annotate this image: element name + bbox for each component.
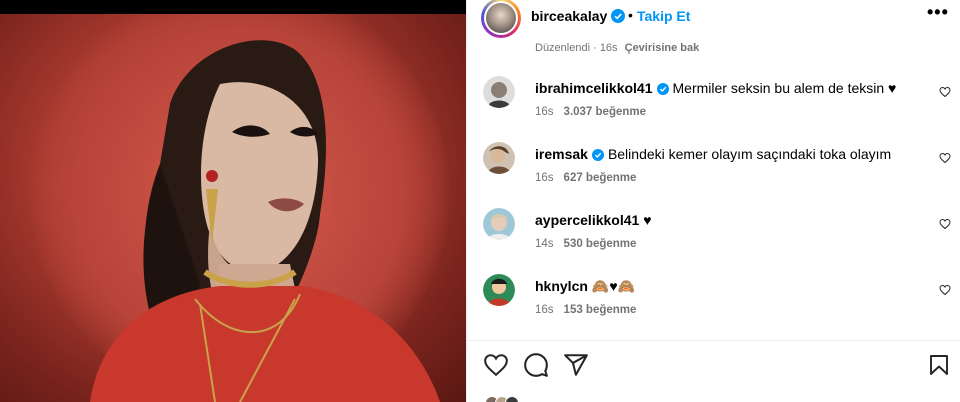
comment-item: ibrahimcelikkol41 Mermiler seksin bu alem… (481, 74, 960, 130)
comment-text: ibrahimcelikkol41 Mermiler seksin bu alem… (535, 80, 896, 96)
comment-meta: 16s 153 beğenme (535, 304, 636, 316)
heart-icon[interactable] (939, 218, 951, 230)
comment-item: aypercelikkol41 ♥ 14s 530 beğenme (481, 206, 960, 262)
heart-icon[interactable] (939, 284, 951, 296)
author-name[interactable]: birceakalay (531, 8, 607, 24)
post-image[interactable] (0, 14, 466, 402)
author-username[interactable]: birceakalay (531, 8, 626, 24)
post-actions (467, 352, 960, 384)
verified-badge-icon (591, 149, 604, 161)
paper-plane-icon[interactable] (563, 352, 589, 378)
commenter-avatar[interactable] (483, 274, 515, 306)
comment-bubble-icon[interactable] (523, 352, 549, 378)
comment-username[interactable]: aypercelikkol41 (535, 212, 639, 228)
divider (467, 340, 960, 341)
commenter-avatar[interactable] (483, 142, 515, 174)
comment-meta: 16s 627 beğenme (535, 172, 636, 184)
comment-text: iremsak Belindeki kemer olayım saçındaki … (535, 146, 891, 162)
author-avatar[interactable] (481, 0, 521, 38)
comment-body: 🙈♥🙈 (591, 278, 636, 294)
comment-text: aypercelikkol41 ♥ (535, 212, 652, 228)
comment-text: hknylcn 🙈♥🙈 (535, 278, 635, 295)
separator-dot: • (628, 7, 633, 23)
comment-item: hknylcn 🙈♥🙈 16s 153 beğenme (481, 272, 960, 328)
commenter-avatar[interactable] (483, 208, 515, 240)
heart-icon[interactable] (483, 352, 509, 378)
post-sidebar: birceakalay • Takip Et ••• Düzenlendi · … (466, 0, 960, 402)
post-header: birceakalay • Takip Et ••• (467, 0, 960, 38)
edited-info: Düzenlendi · 16s Çevirisine bak (535, 42, 699, 54)
comment-likes[interactable]: 3.037 beğenme (564, 106, 646, 118)
comment-item: iremsak Belindeki kemer olayım saçındaki … (481, 140, 960, 196)
comment-username[interactable]: ibrahimcelikkol41 (535, 80, 653, 96)
avatar-image (483, 274, 515, 306)
verified-badge-icon (656, 83, 669, 95)
commenter-avatar[interactable] (483, 76, 515, 108)
avatar-image (483, 76, 515, 108)
avatar-image (483, 208, 515, 240)
comment-meta: 16s 3.037 beğenme (535, 106, 646, 118)
comment-likes[interactable]: 627 beğenme (564, 172, 637, 184)
heart-icon[interactable] (939, 152, 951, 164)
comment-time[interactable]: 16s (535, 304, 554, 316)
comment-username[interactable]: hknylcn (535, 278, 588, 294)
comment-likes[interactable]: 530 beğenme (564, 238, 637, 250)
see-translation-link[interactable]: Çevirisine bak (625, 42, 700, 54)
comment-username[interactable]: iremsak (535, 146, 588, 162)
comment-meta: 14s 530 beğenme (535, 238, 636, 250)
avatar-image (483, 142, 515, 174)
comment-body: Mermiler seksin bu alem de teksin ♥ (672, 80, 897, 96)
comment-time[interactable]: 16s (535, 172, 554, 184)
verified-badge-icon (611, 9, 626, 23)
more-options-icon[interactable]: ••• (927, 2, 949, 23)
comment-time[interactable]: 16s (535, 106, 554, 118)
liked-by-avatars[interactable] (485, 396, 525, 402)
follow-button[interactable]: Takip Et (637, 8, 690, 24)
comment-likes[interactable]: 153 beğenme (564, 304, 637, 316)
comment-body: ♥ (643, 212, 652, 228)
bookmark-icon[interactable] (927, 352, 951, 378)
comment-time[interactable]: 14s (535, 238, 554, 250)
comment-body: Belindeki kemer olayım saçındaki toka ol… (607, 146, 892, 162)
top-bar (0, 0, 466, 14)
portrait-illustration (90, 40, 440, 402)
edited-time: Düzenlendi · 16s (535, 42, 618, 54)
avatar (505, 396, 519, 402)
heart-icon[interactable] (939, 86, 951, 98)
